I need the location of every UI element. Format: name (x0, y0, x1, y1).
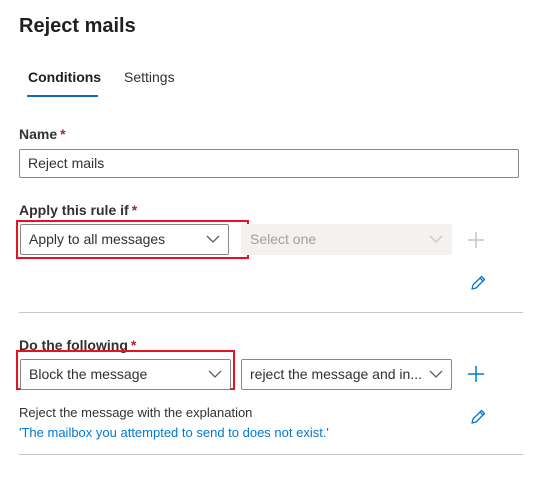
chevron-down-icon (429, 370, 443, 378)
action-secondary-dropdown[interactable]: reject the message and in... (241, 359, 452, 390)
edit-condition-button[interactable] (466, 271, 490, 295)
condition-dropdown[interactable]: Apply to all messages (20, 224, 229, 255)
action-dropdown[interactable]: Block the message (20, 359, 231, 390)
plus-icon (468, 232, 484, 248)
add-condition-button (464, 228, 488, 252)
name-label: Name * (19, 126, 66, 142)
apply-rule-label: Apply this rule if * (19, 202, 138, 218)
tab-settings[interactable]: Settings (124, 69, 175, 85)
pencil-icon (471, 275, 486, 290)
condition-secondary-placeholder: Select one (250, 231, 317, 247)
explanation-link[interactable]: 'The mailbox you attempted to send to do… (19, 425, 329, 440)
condition-dropdown-value: Apply to all messages (29, 231, 166, 247)
tab-conditions[interactable]: Conditions (28, 69, 101, 85)
action-dropdown-value: Block the message (29, 366, 148, 382)
section-divider (19, 312, 523, 313)
section-divider (19, 454, 523, 455)
action-description: Reject the message with the explanation (19, 405, 253, 420)
page-title: Reject mails (19, 15, 136, 37)
required-marker: * (131, 202, 138, 218)
name-input[interactable]: Reject mails (19, 149, 519, 178)
pencil-icon (471, 409, 486, 424)
chevron-down-icon (429, 235, 443, 243)
chevron-down-icon (206, 235, 220, 243)
chevron-down-icon (208, 370, 222, 378)
plus-icon (468, 366, 484, 382)
add-action-button[interactable] (464, 362, 488, 386)
active-tab-indicator (27, 95, 98, 97)
condition-secondary-dropdown: Select one (241, 224, 452, 255)
required-marker: * (60, 126, 66, 142)
action-secondary-value: reject the message and in... (250, 366, 422, 382)
edit-action-button[interactable] (466, 405, 490, 429)
